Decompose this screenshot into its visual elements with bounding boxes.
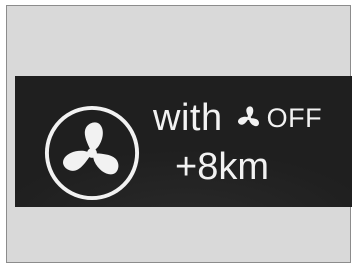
with-label: with (153, 97, 223, 139)
range-gain-value: +8km (175, 146, 269, 188)
range-gain-display: with OFF +8km (15, 76, 352, 207)
figure-frame: with OFF +8km (6, 5, 352, 263)
fan-icon (44, 105, 140, 201)
off-label: OFF (266, 102, 323, 133)
fan-off-condition: with OFF (153, 94, 322, 142)
fan-off-icon (237, 106, 259, 127)
